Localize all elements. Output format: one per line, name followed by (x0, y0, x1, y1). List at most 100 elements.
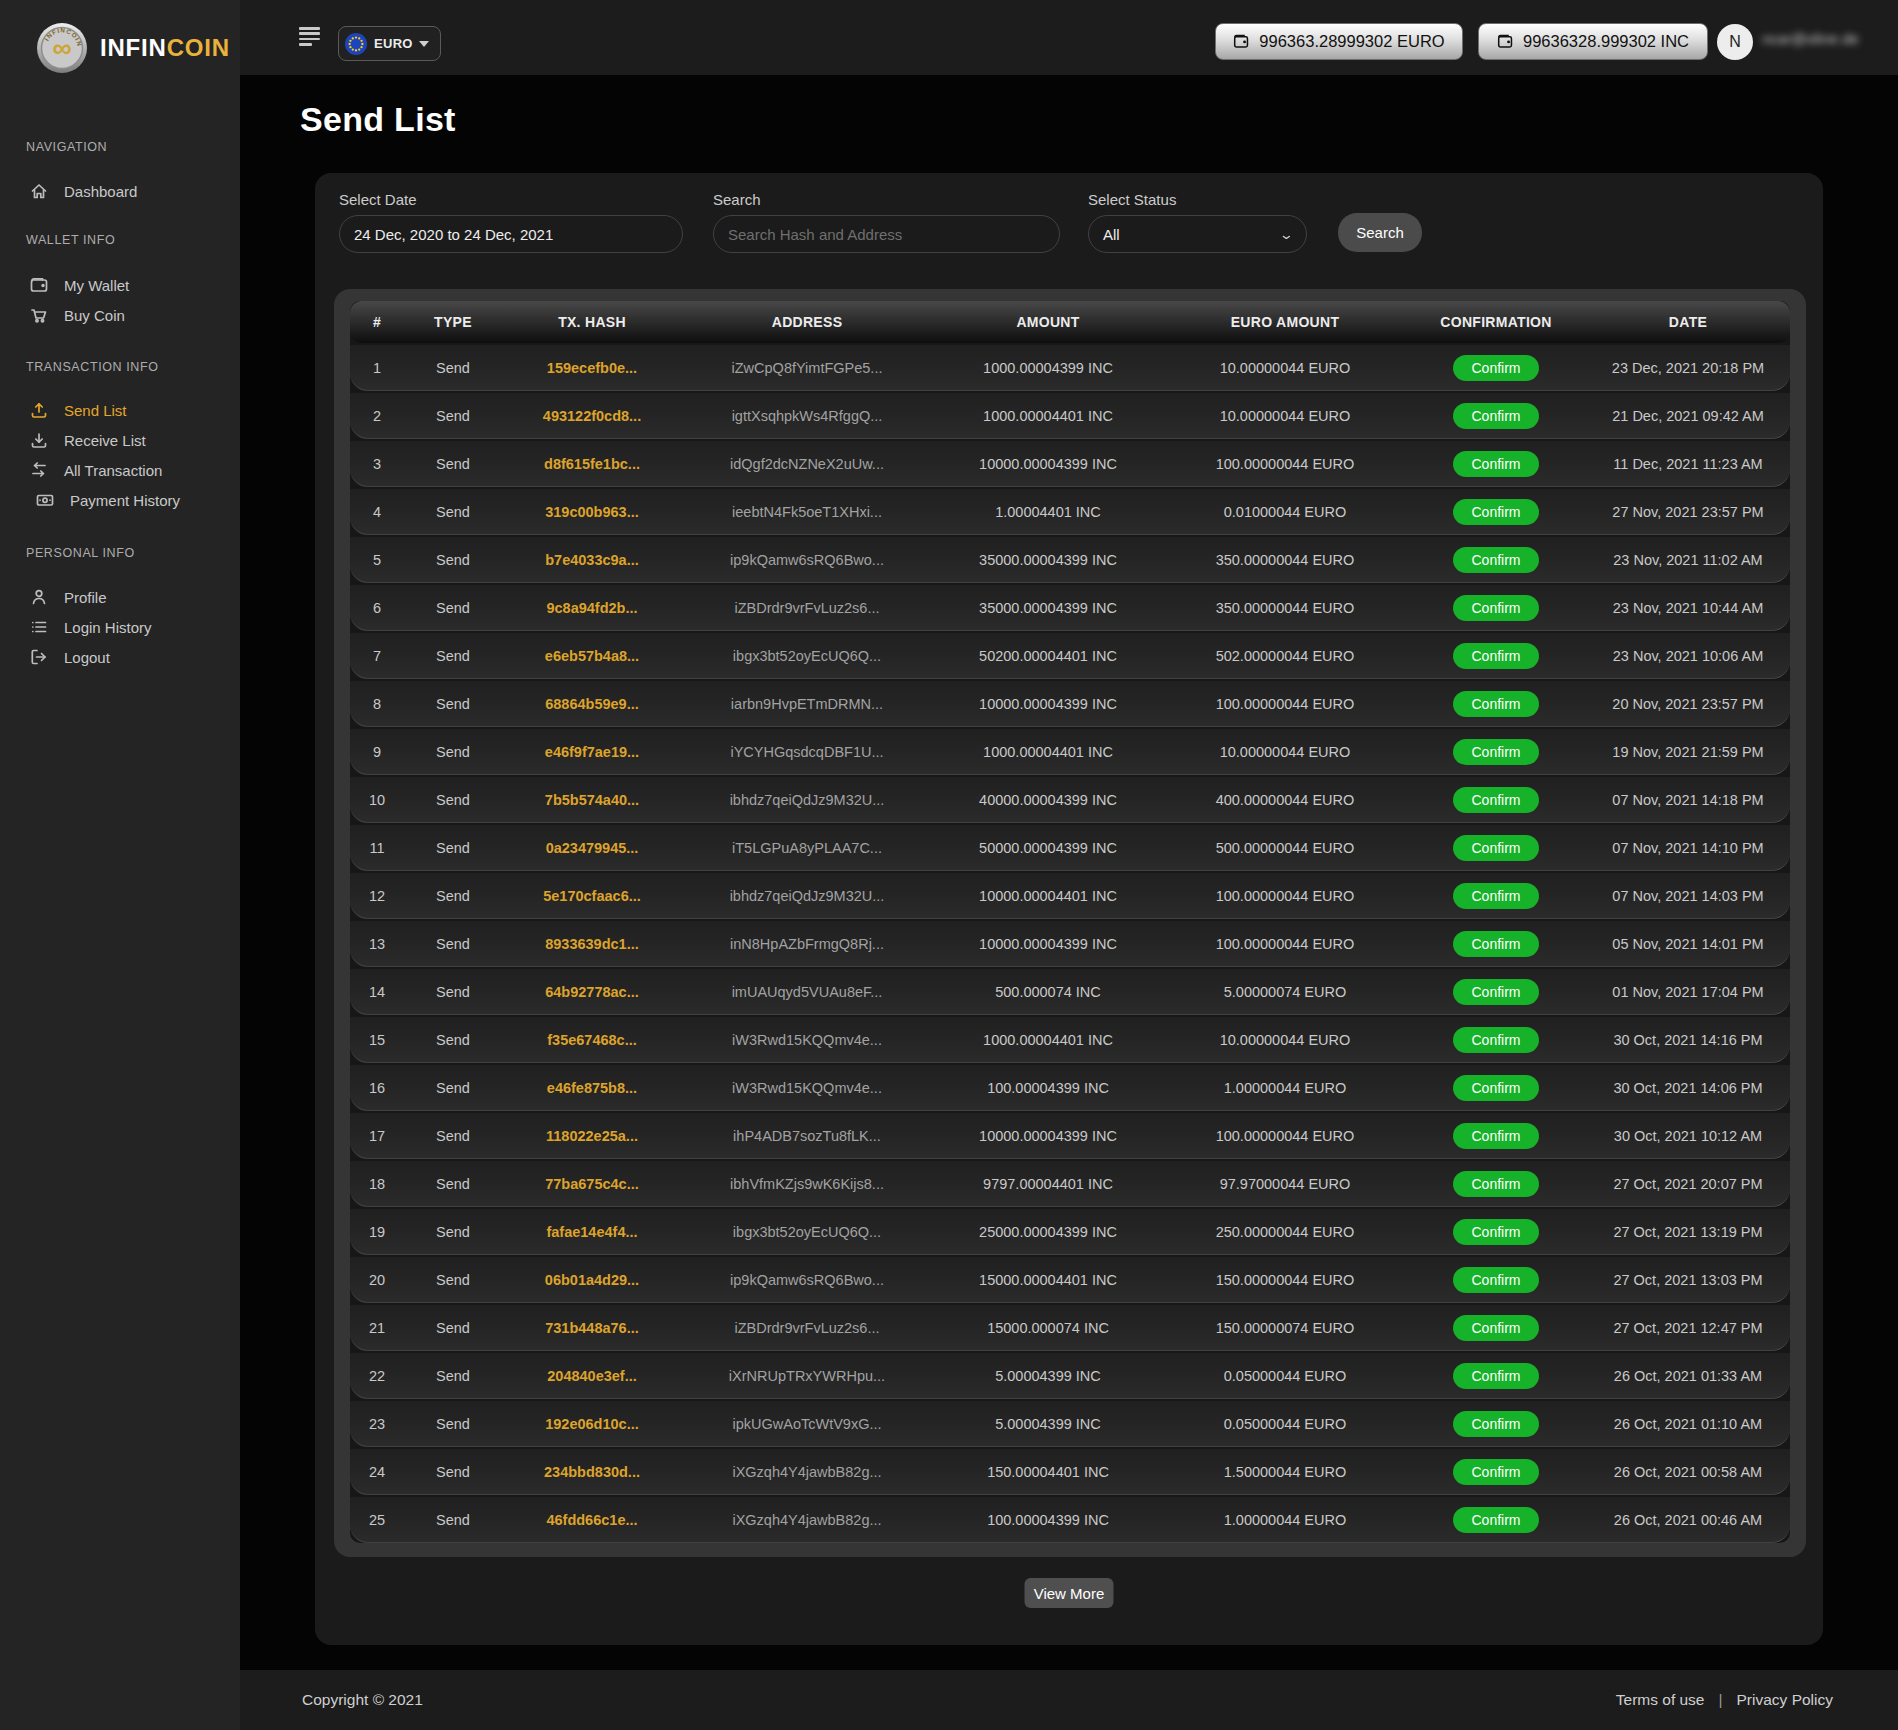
cell-hash: 8933639dc1... (502, 936, 682, 952)
sidebar-item-send-list[interactable]: Send List (0, 395, 240, 425)
eu-flag-icon (345, 33, 367, 55)
table-row: 1Send159ecefb0e...iZwCpQ8fYimtFGPe5...10… (350, 345, 1790, 391)
confirm-button[interactable]: Confirm (1453, 547, 1539, 573)
confirm-button[interactable]: Confirm (1453, 1315, 1539, 1341)
cell-amount: 1000.00004401 INC (932, 1032, 1164, 1048)
sidebar-item-buy-coin[interactable]: Buy Coin (0, 300, 240, 330)
sidebar-item-receive-list[interactable]: Receive List (0, 425, 240, 455)
sidebar-item-dashboard[interactable]: Dashboard (0, 176, 240, 206)
confirm-button[interactable]: Confirm (1453, 403, 1539, 429)
sidebar-item-all-transaction[interactable]: All Transaction (0, 455, 240, 485)
table-row: 18Send77ba675c4c...ibhVfmKZjs9wK6Kijs8..… (350, 1161, 1790, 1207)
cell-amount: 50000.00004399 INC (932, 840, 1164, 856)
privacy-link[interactable]: Privacy Policy (1737, 1670, 1833, 1730)
table-header-row: #TYPETX. HASHADDRESSAMOUNTEURO AMOUNTCON… (350, 301, 1790, 343)
confirm-button[interactable]: Confirm (1453, 1027, 1539, 1053)
sidebar-item-label: My Wallet (64, 277, 129, 294)
view-more-button[interactable]: View More (1025, 1578, 1114, 1608)
cell-index: 4 (350, 504, 404, 520)
confirm-button[interactable]: Confirm (1453, 883, 1539, 909)
cell-confirmation: Confirm (1406, 1171, 1586, 1197)
cell-hash: b7e4033c9a... (502, 552, 682, 568)
cell-type: Send (404, 1512, 502, 1528)
cell-confirmation: Confirm (1406, 1267, 1586, 1293)
cell-index: 5 (350, 552, 404, 568)
cell-confirmation: Confirm (1406, 691, 1586, 717)
cell-date: 30 Oct, 2021 10:12 AM (1586, 1128, 1790, 1144)
cell-hash: 118022e25a... (502, 1128, 682, 1144)
cell-hash: 731b448a76... (502, 1320, 682, 1336)
confirm-button[interactable]: Confirm (1453, 499, 1539, 525)
confirm-button[interactable]: Confirm (1453, 1363, 1539, 1389)
cell-date: 20 Nov, 2021 23:57 PM (1586, 696, 1790, 712)
user-avatar[interactable]: N (1717, 24, 1753, 60)
confirm-button[interactable]: Confirm (1453, 739, 1539, 765)
confirm-button[interactable]: Confirm (1453, 643, 1539, 669)
sidebar-item-payment-history[interactable]: Payment History (6, 485, 240, 515)
confirm-button[interactable]: Confirm (1453, 1171, 1539, 1197)
confirm-button[interactable]: Confirm (1453, 1219, 1539, 1245)
cell-index: 21 (350, 1320, 404, 1336)
cell-date: 07 Nov, 2021 14:18 PM (1586, 792, 1790, 808)
sidebar-item-my-wallet[interactable]: My Wallet (0, 270, 240, 300)
confirm-button[interactable]: Confirm (1453, 1075, 1539, 1101)
cell-hash: f35e67468c... (502, 1032, 682, 1048)
date-filter-label: Select Date (339, 191, 417, 208)
search-filter-label: Search (713, 191, 761, 208)
cell-type: Send (404, 1032, 502, 1048)
cell-date: 11 Dec, 2021 11:23 AM (1586, 456, 1790, 472)
cell-date: 30 Oct, 2021 14:16 PM (1586, 1032, 1790, 1048)
cell-address: inN8HpAZbFrmgQ8Rj... (682, 936, 932, 952)
cell-amount: 10000.00004399 INC (932, 696, 1164, 712)
cell-address: idQgf2dcNZNeX2uUw... (682, 456, 932, 472)
table-row: 16Sende46fe875b8...iW3Rwd15KQQmv4e...100… (350, 1065, 1790, 1111)
cell-euro: 350.00000044 EURO (1164, 552, 1406, 568)
cell-euro: 97.97000044 EURO (1164, 1176, 1406, 1192)
confirm-button[interactable]: Confirm (1453, 595, 1539, 621)
cell-index: 22 (350, 1368, 404, 1384)
confirm-button[interactable]: Confirm (1453, 787, 1539, 813)
cell-address: iZBDrdr9vrFvLuz2s6... (682, 600, 932, 616)
date-range-input[interactable]: 24 Dec, 2020 to 24 Dec, 2021 (339, 215, 683, 253)
cell-confirmation: Confirm (1406, 643, 1586, 669)
confirm-button[interactable]: Confirm (1453, 1411, 1539, 1437)
cell-address: iXGzqh4Y4jawbB82g... (682, 1464, 932, 1480)
confirm-button[interactable]: Confirm (1453, 1267, 1539, 1293)
sidebar-item-logout[interactable]: Logout (0, 642, 240, 672)
currency-dropdown[interactable]: EURO (338, 26, 441, 61)
cell-date: 27 Oct, 2021 12:47 PM (1586, 1320, 1790, 1336)
inc-balance-button[interactable]: 99636328.999302 INC (1478, 23, 1708, 60)
main-content: Send List Select Date Search Select Stat… (240, 75, 1898, 1730)
search-button[interactable]: Search (1338, 213, 1422, 252)
confirm-button[interactable]: Confirm (1453, 691, 1539, 717)
cell-address: iXGzqh4Y4jawbB82g... (682, 1512, 932, 1528)
cell-address: iZwCpQ8fYimtFGPe5... (682, 360, 932, 376)
confirm-button[interactable]: Confirm (1453, 355, 1539, 381)
column-header: EURO AMOUNT (1164, 314, 1406, 330)
upload-icon (29, 400, 49, 420)
confirm-button[interactable]: Confirm (1453, 1123, 1539, 1149)
status-selected-value: All (1103, 226, 1120, 243)
confirm-button[interactable]: Confirm (1453, 979, 1539, 1005)
search-input[interactable]: Search Hash and Address (713, 215, 1060, 253)
sidebar-item-profile[interactable]: Profile (0, 582, 240, 612)
confirm-button[interactable]: Confirm (1453, 1507, 1539, 1533)
cell-index: 11 (350, 840, 404, 856)
confirm-button[interactable]: Confirm (1453, 835, 1539, 861)
cell-confirmation: Confirm (1406, 1123, 1586, 1149)
cell-index: 3 (350, 456, 404, 472)
sidebar-item-login-history[interactable]: Login History (0, 612, 240, 642)
confirm-button[interactable]: Confirm (1453, 1459, 1539, 1485)
cell-euro: 150.00000044 EURO (1164, 1272, 1406, 1288)
cell-confirmation: Confirm (1406, 403, 1586, 429)
confirm-button[interactable]: Confirm (1453, 931, 1539, 957)
cell-type: Send (404, 888, 502, 904)
menu-toggle-icon[interactable] (299, 27, 321, 48)
cell-type: Send (404, 792, 502, 808)
terms-link[interactable]: Terms of use (1616, 1670, 1705, 1730)
cell-type: Send (404, 936, 502, 952)
status-select[interactable]: All ⌄ (1088, 215, 1307, 253)
confirm-button[interactable]: Confirm (1453, 451, 1539, 477)
euro-balance-button[interactable]: 996363.28999302 EURO (1215, 23, 1463, 60)
cell-index: 9 (350, 744, 404, 760)
